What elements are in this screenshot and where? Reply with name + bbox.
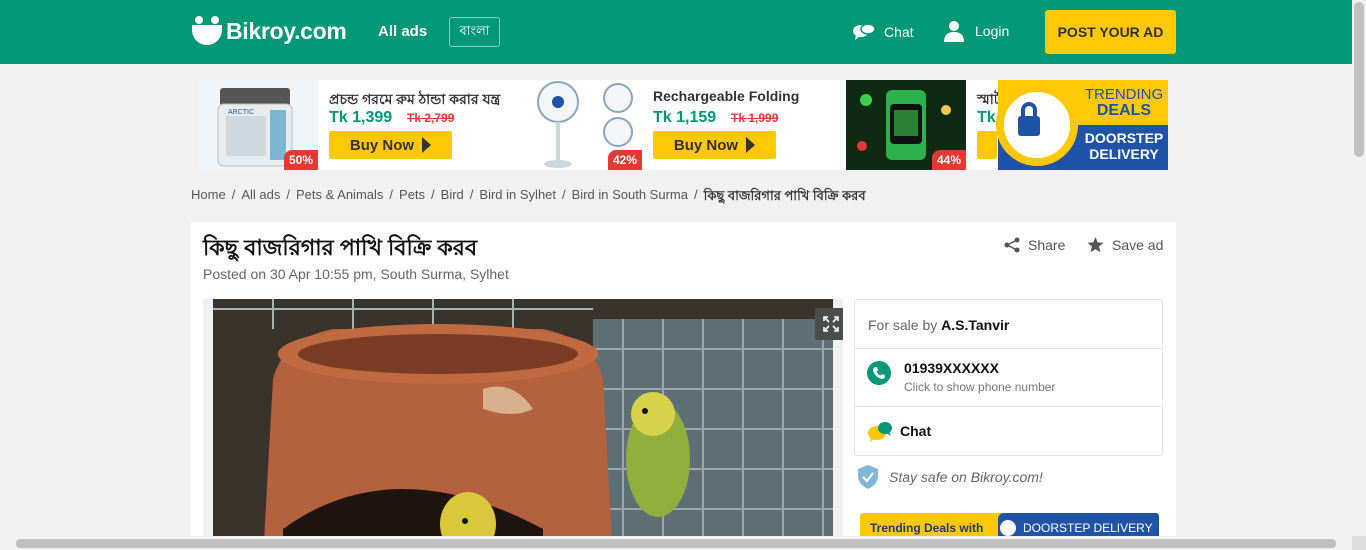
product-name: Rechargeable Folding <box>653 88 800 104</box>
for-sale-by: For sale by A.S.Tanvir <box>868 317 1010 333</box>
buy-now-button[interactable]: Buy Now <box>329 131 452 159</box>
breadcrumb-bird[interactable]: Bird <box>441 187 464 208</box>
header-chat-label: Chat <box>884 24 914 40</box>
all-ads-link[interactable]: All ads <box>378 23 427 40</box>
scrollbar-corner <box>1352 536 1366 550</box>
seller-info-row: For sale by A.S.Tanvir <box>855 300 1162 349</box>
buy-now-button[interactable]: Buy Now <box>653 131 776 159</box>
stay-safe-text: Stay safe on Bikroy.com! <box>889 469 1043 485</box>
breadcrumb-bird-south-surma[interactable]: Bird in South Surma <box>572 187 688 208</box>
banner-product-1[interactable]: ARCTIC 50% প্রচন্ড গরমে রুম ঠান্ডা করার … <box>198 80 522 170</box>
save-ad-button[interactable]: Save ad <box>1087 237 1163 253</box>
product-price: Tk 1,399 <box>329 109 393 126</box>
top-header: Bikroy.com All ads বাংলা Chat Login POST… <box>0 0 1352 64</box>
save-ad-label: Save ad <box>1112 237 1164 253</box>
horizontal-scrollbar[interactable] <box>0 536 1352 550</box>
breadcrumb-home[interactable]: Home <box>191 187 226 208</box>
horizontal-scroll-thumb[interactable] <box>16 539 1336 548</box>
doorstep-delivery-text: DOORSTEP DELIVERY <box>1084 130 1164 162</box>
post-ad-button[interactable]: POST YOUR AD <box>1045 10 1176 54</box>
lock-icon <box>998 518 1018 538</box>
expand-icon[interactable] <box>815 308 843 340</box>
share-icon <box>1004 237 1020 253</box>
show-phone-row[interactable]: 01939XXXXXX Click to show phone number <box>855 349 1162 407</box>
discount-badge: 42% <box>607 150 642 170</box>
header-chat-link[interactable]: Chat <box>852 22 914 42</box>
vertical-scroll-thumb[interactable] <box>1354 2 1364 157</box>
buy-now-label: Buy Now <box>349 136 415 154</box>
folding-fan-image: 42% <box>522 80 642 170</box>
chat-icon <box>853 23 876 40</box>
site-logo[interactable]: Bikroy.com <box>192 16 347 46</box>
breadcrumb-current: কিছু বাজরিগার পাখি বিক্রি করব <box>703 188 866 203</box>
user-icon <box>944 21 964 42</box>
phone-icon <box>867 361 891 385</box>
lock-badge <box>996 84 1078 166</box>
shield-check-icon <box>858 465 878 489</box>
chat-label: Chat <box>900 423 932 439</box>
banner-product-2[interactable]: 42% Rechargeable Folding Tk 1,159 Tk 1,9… <box>522 80 846 170</box>
share-button[interactable]: Share <box>1004 237 1065 253</box>
phone-hint: Click to show phone number <box>904 380 1056 394</box>
vertical-scrollbar[interactable] <box>1352 0 1366 536</box>
language-toggle-button[interactable]: বাংলা <box>449 17 500 47</box>
phone-number[interactable]: 01939XXXXXX <box>904 360 999 376</box>
discount-badge: 50% <box>283 150 318 170</box>
logo-icon <box>192 16 222 46</box>
breadcrumb-pets-animals[interactable]: Pets & Animals <box>296 187 383 208</box>
buy-now-label: Buy Now <box>673 136 739 154</box>
breadcrumb-bird-sylhet[interactable]: Bird in Sylhet <box>479 187 556 208</box>
share-label: Share <box>1028 237 1066 253</box>
stay-safe-notice[interactable]: Stay safe on Bikroy.com! <box>857 465 1043 489</box>
chevron-right-icon <box>422 137 432 153</box>
logo-text: Bikroy.com <box>226 17 347 44</box>
trending-deals-label: Trending Deals with <box>870 521 984 535</box>
ad-detail-card: কিছু বাজরিগার পাখি বিক্রি করব Posted on … <box>191 222 1176 550</box>
seller-name[interactable]: A.S.Tanvir <box>941 317 1009 333</box>
chat-seller-row[interactable]: Chat <box>855 407 1162 456</box>
product-old-price: Tk 1,999 <box>731 111 779 125</box>
star-icon <box>1087 237 1104 253</box>
ad-title: কিছু বাজরিগার পাখি বিক্রি করব <box>203 235 478 260</box>
header-login-link[interactable]: Login <box>943 20 1009 42</box>
posted-info: Posted on 30 Apr 10:55 pm, South Surma, … <box>203 266 509 282</box>
air-cooler-image: ARCTIC 50% <box>198 80 318 170</box>
svg-text:ARCTIC: ARCTIC <box>228 109 254 116</box>
discount-badge: 44% <box>931 150 966 170</box>
trending-deals-badge: TRENDING DEALS DOORSTEP DELIVERY <box>988 80 1168 170</box>
promo-banner[interactable]: ARCTIC 50% প্রচন্ড গরমে রুম ঠান্ডা করার … <box>198 80 1168 170</box>
chat-bubble-icon <box>868 422 892 442</box>
breadcrumb: Home / All ads / Pets & Animals / Pets / Bir… <box>191 187 866 208</box>
smartwatch-image: 44% <box>846 80 966 170</box>
image-gallery[interactable] <box>203 299 843 550</box>
breadcrumb-all-ads[interactable]: All ads <box>241 187 280 208</box>
doorstep-delivery-label: DOORSTEP DELIVERY <box>1023 521 1153 535</box>
product-price: Tk 1,159 <box>653 109 717 126</box>
header-login-label: Login <box>975 23 1010 39</box>
product-old-price: Tk 2,799 <box>407 111 455 125</box>
ad-photo[interactable] <box>213 299 833 550</box>
trending-deals-text: TRENDING DEALS <box>1084 86 1164 119</box>
breadcrumb-pets[interactable]: Pets <box>399 187 425 208</box>
seller-panel: For sale by A.S.Tanvir 01939XXXXXX Click… <box>854 299 1163 456</box>
chevron-right-icon <box>746 137 756 153</box>
